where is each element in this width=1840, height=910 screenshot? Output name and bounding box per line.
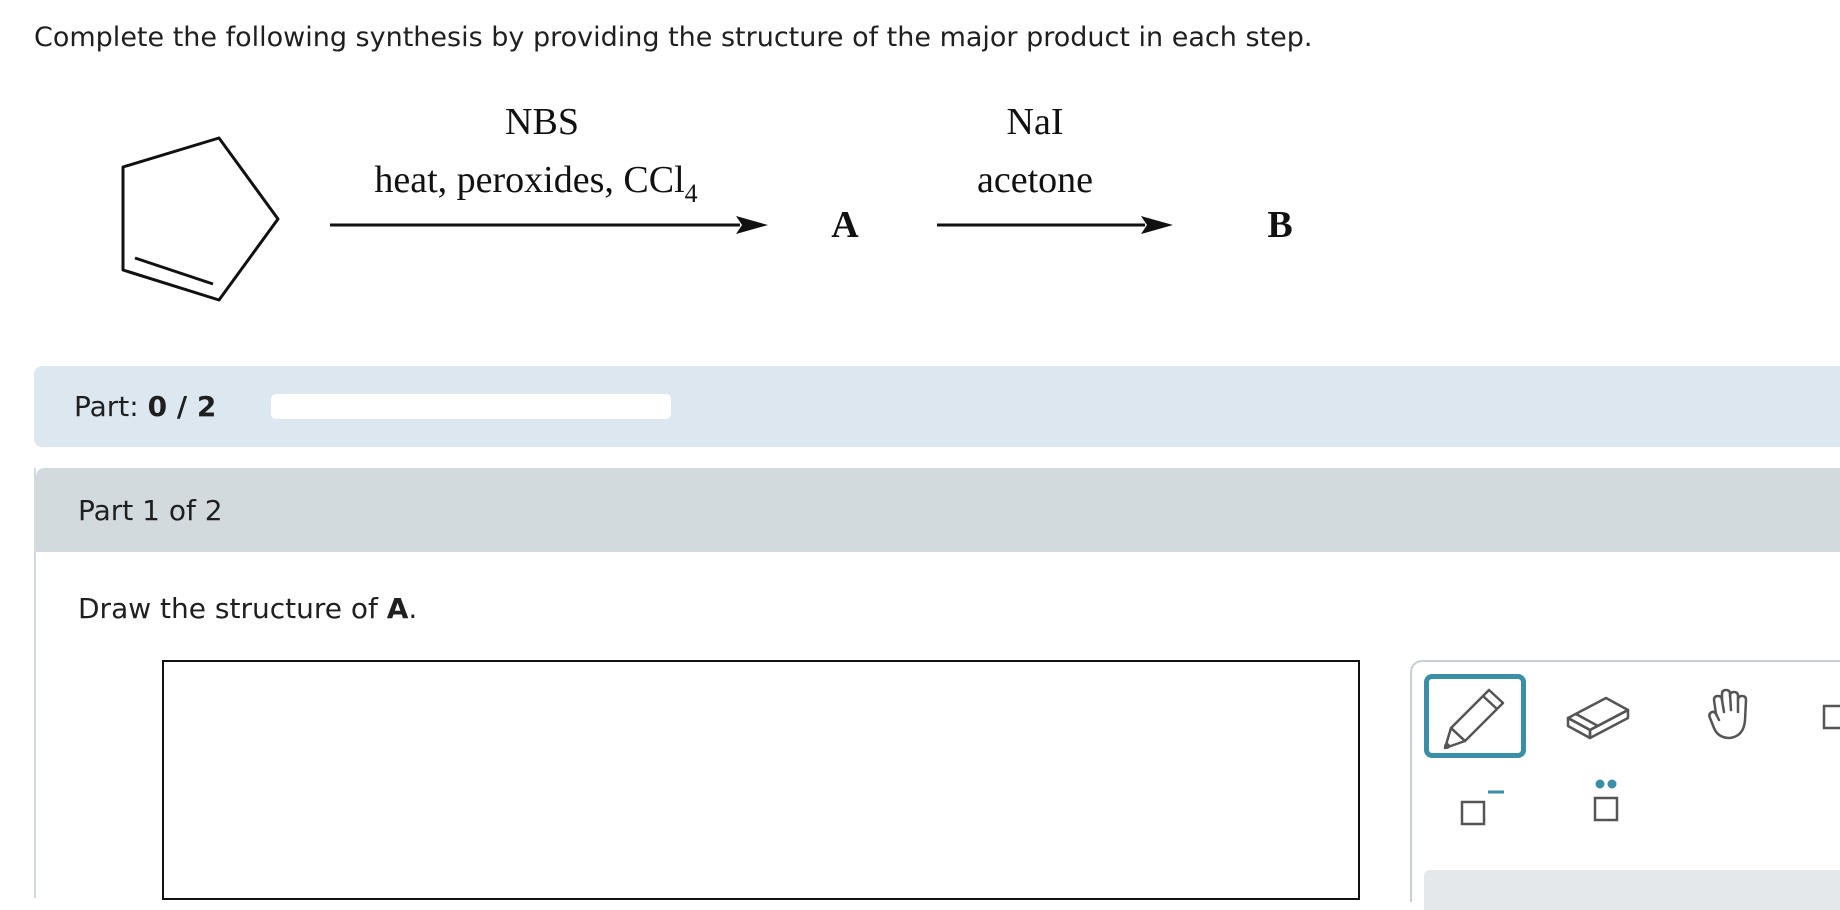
negative-charge-icon: [1460, 790, 1504, 826]
eraser-icon: [1566, 696, 1630, 740]
hand-icon: [1708, 688, 1748, 740]
pencil-icon: [1443, 688, 1505, 750]
charge-box-icon: [1822, 704, 1840, 730]
negative-charge-tool-button[interactable]: [1424, 762, 1526, 846]
reaction-arrow-2: [937, 216, 1173, 234]
cyclopentene-structure: [121, 136, 280, 302]
step1-reagent-bottom-text: heat, peroxides, CCl: [374, 159, 685, 201]
hand-tool-button[interactable]: [1684, 674, 1786, 758]
step1-reagent-subscript: 4: [684, 179, 698, 208]
part-title: Part 1 of 2: [78, 494, 223, 527]
charge-box-tool-button[interactable]: [1804, 674, 1840, 758]
step2-reagent-bottom: acetone: [976, 159, 1094, 201]
progress-track: [271, 394, 671, 419]
product-a-label: A: [831, 204, 859, 246]
reaction-arrow-1: [330, 216, 768, 234]
progress-label-text: Part:: [74, 390, 139, 423]
step2-reagent-top: NaI: [1006, 101, 1064, 143]
pencil-tool-button[interactable]: [1424, 674, 1526, 758]
lone-pair-tool-button[interactable]: [1554, 762, 1656, 846]
product-b-label: B: [1267, 204, 1293, 246]
prompt-suffix: .: [408, 592, 418, 625]
step1-reagent-top: NBS: [505, 101, 579, 143]
progress-label: Part: 0 / 2: [74, 390, 216, 423]
reaction-scheme: [121, 136, 1173, 302]
progress-value: 0 / 2: [147, 390, 217, 423]
drawing-toolbar: [1410, 660, 1840, 910]
prompt-bold: A: [386, 592, 409, 625]
lone-pair-icon: [1593, 779, 1619, 822]
part-header: Part 1 of 2: [36, 468, 1840, 552]
part-prompt: Draw the structure of A.: [78, 592, 417, 625]
toolbar-bottom-strip: [1424, 870, 1840, 910]
part-progress-bar: Part: 0 / 2: [34, 366, 1840, 447]
step1-reagent-bottom: heat, peroxides, CCl4: [374, 158, 697, 208]
prompt-prefix: Draw the structure of: [78, 592, 387, 625]
drawing-canvas[interactable]: [162, 660, 1360, 900]
eraser-tool-button[interactable]: [1554, 674, 1656, 758]
